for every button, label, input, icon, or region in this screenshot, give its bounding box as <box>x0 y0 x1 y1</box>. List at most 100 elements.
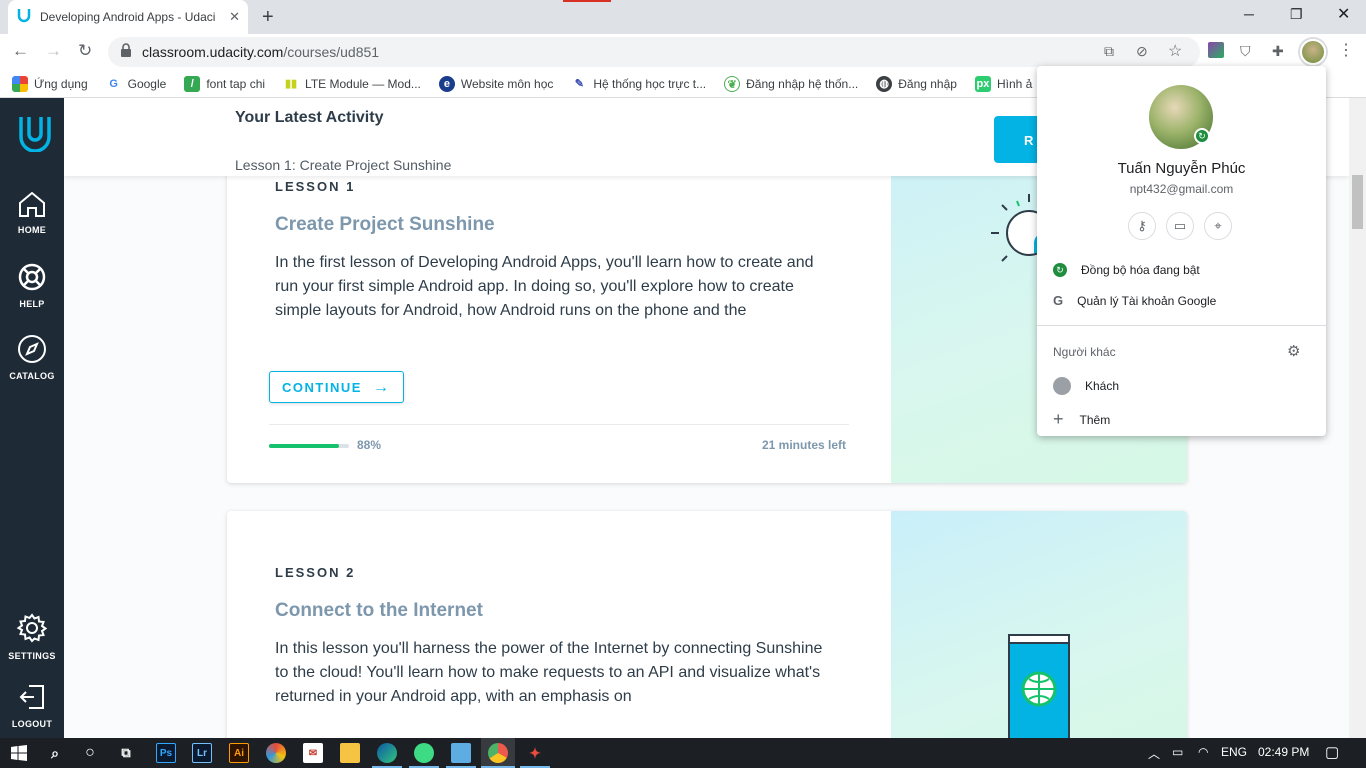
cortana-icon[interactable]: ○ <box>80 743 100 763</box>
language-indicator[interactable]: ENG <box>1221 745 1247 759</box>
sidebar-item-settings[interactable]: SETTINGS <box>0 612 64 661</box>
addresses-pin-icon[interactable]: ⌖ <box>1204 212 1232 240</box>
profile-avatar-button[interactable] <box>1300 39 1326 65</box>
sidebar-item-catalog[interactable]: CATALOG <box>0 334 64 381</box>
udacity-logo-icon[interactable] <box>18 114 52 157</box>
minimize-icon[interactable]: ─ <box>1244 6 1254 22</box>
illustrator-icon[interactable]: Ai <box>229 743 249 763</box>
bookmark-dang-nhap-he-thong[interactable]: ❦ Đăng nhập hệ thốn... <box>724 75 858 92</box>
bookmark-google[interactable]: G Google <box>105 75 166 92</box>
lesson-description: In this lesson you'll harness the power … <box>275 640 823 705</box>
browser-toolbar: ← → ↻ classroom.udacity.com/courses/ud85… <box>0 34 1366 70</box>
sync-status-row[interactable]: ↻ Đồng bộ hóa đang bật <box>1053 263 1200 277</box>
manage-account-label: Quản lý Tài khoản Google <box>1077 293 1217 308</box>
px-icon: px <box>974 75 991 92</box>
sidebar-item-logout[interactable]: LOGOUT <box>0 682 64 729</box>
davinci-icon[interactable] <box>266 743 286 763</box>
arrow-right-icon: → <box>373 379 391 396</box>
lesson-title[interactable]: Create Project Sunshine <box>275 214 495 236</box>
add-profile-row[interactable]: + Thêm <box>1053 409 1110 430</box>
feather-icon: ✎ <box>571 75 588 92</box>
globe-dark-icon: ◍ <box>876 75 893 92</box>
sidebar-label-catalog: CATALOG <box>9 371 55 381</box>
bookmark-dang-nhap[interactable]: ◍ Đăng nhập <box>876 75 957 92</box>
browser-tab[interactable]: Developing Android Apps - Udacity ✕ <box>8 0 248 34</box>
wifi-icon[interactable]: ◠ <box>1198 745 1208 759</box>
tray-chevron-up-icon[interactable]: ︿ <box>1148 745 1160 762</box>
progress-fill <box>269 444 340 448</box>
windows-start-icon[interactable] <box>9 743 29 763</box>
activity-subtitle[interactable]: Lesson 1: Create Project Sunshine <box>235 157 451 173</box>
guest-row[interactable]: Khách <box>1053 377 1119 395</box>
add-plus-icon: + <box>1053 409 1064 429</box>
activity-title: Your Latest Activity <box>235 109 384 126</box>
search-icon[interactable]: ⌕ <box>45 743 65 763</box>
android-studio-icon[interactable] <box>414 743 434 763</box>
extension-photo-icon[interactable] <box>1208 42 1224 61</box>
continue-button[interactable]: CONTINUE → <box>269 371 404 403</box>
lightroom-icon[interactable]: Lr <box>192 743 212 763</box>
pinned-app-icon[interactable]: ✦ <box>525 743 545 763</box>
edge-icon[interactable] <box>377 743 397 763</box>
notepad-icon[interactable] <box>451 743 471 763</box>
back-icon[interactable]: ← <box>12 41 29 61</box>
manage-people-gear-icon[interactable]: ⚙ <box>1287 342 1300 360</box>
profile-email: npt432@gmail.com <box>1129 182 1234 196</box>
manage-account-row[interactable]: G Quản lý Tài khoản Google <box>1053 293 1216 308</box>
file-explorer-icon[interactable] <box>340 743 360 763</box>
sidebar-label-home: HOME <box>17 225 47 235</box>
clock[interactable]: 02:49 PM <box>1258 745 1309 759</box>
bookmark-lte-module[interactable]: ▮▮ LTE Module — Mod... <box>283 75 421 92</box>
home-icon <box>19 191 45 217</box>
url-text: classroom.udacity.com/courses/ud851 <box>142 44 380 60</box>
menu-kebab-icon[interactable]: ⋮ <box>1338 40 1354 60</box>
sidebar-item-home[interactable]: HOME <box>0 190 64 235</box>
leaf-icon: ❦ <box>724 75 741 92</box>
photoshop-icon[interactable]: Ps <box>156 743 176 763</box>
phone-globe-icon <box>1008 634 1070 738</box>
sidebar-label-help: HELP <box>19 299 45 309</box>
payment-card-icon[interactable]: ▭ <box>1166 212 1194 240</box>
compass-icon <box>18 335 46 363</box>
profile-name: Tuấn Nguyễn Phúc <box>1117 160 1246 177</box>
bookmark-website-mon-hoc[interactable]: e Website môn học <box>438 75 553 92</box>
gear-icon <box>16 613 48 643</box>
lesson-number: LESSON 2 <box>275 565 356 580</box>
bookmark-green-icon: / <box>184 75 201 92</box>
task-view-icon[interactable]: ⧉ <box>116 743 136 763</box>
tab-title: Developing Android Apps - Udacity <box>40 10 215 24</box>
address-bar[interactable]: classroom.udacity.com/courses/ud851 <box>108 37 1200 67</box>
google-g-icon: G <box>1053 293 1064 308</box>
reload-icon[interactable]: ↻ <box>78 41 92 61</box>
translate-icon[interactable]: ⧉ <box>1104 43 1114 60</box>
battery-icon[interactable]: ▭ <box>1172 745 1183 759</box>
bookmark-font-tap-chi[interactable]: / font tap chi <box>184 75 265 92</box>
eye-off-icon[interactable]: ⊘ <box>1136 43 1148 60</box>
apps-grid-icon <box>12 75 28 92</box>
sidebar-item-help[interactable]: HELP <box>0 262 64 309</box>
forward-icon[interactable]: → <box>45 41 62 61</box>
bookmark-he-thong-hoc[interactable]: ✎ Hệ thống học trực t... <box>571 75 706 92</box>
tab-strip: Developing Android Apps - Udacity ✕ + ─ … <box>0 0 1366 34</box>
tab-close-icon[interactable]: ✕ <box>229 9 240 25</box>
recording-indicator <box>563 0 611 2</box>
restore-icon[interactable]: ❐ <box>1290 6 1303 23</box>
sync-badge-icon: ↻ <box>1194 128 1210 144</box>
new-tab-icon[interactable]: + <box>262 6 274 29</box>
extensions-puzzle-icon[interactable]: ✚ <box>1272 43 1284 60</box>
lifebuoy-icon <box>18 263 46 291</box>
passwords-key-icon[interactable]: ⚷ <box>1128 212 1156 240</box>
window-close-icon[interactable]: ✕ <box>1337 4 1350 24</box>
scrollbar-thumb[interactable] <box>1352 175 1363 229</box>
globe-icon: e <box>438 75 455 92</box>
lesson-title[interactable]: Connect to the Internet <box>275 600 483 622</box>
app-store-icon[interactable]: ✉ <box>303 743 323 763</box>
lesson-card-2: LESSON 2 Connect to the Internet In this… <box>227 511 1187 738</box>
shield-icon[interactable]: ⛉ <box>1240 43 1251 60</box>
continue-label: CONTINUE <box>282 380 362 395</box>
bookmark-apps[interactable]: Ứng dụng <box>12 75 88 92</box>
notifications-icon[interactable]: ▢ <box>1325 743 1339 761</box>
bookmark-hinh-anh[interactable]: px Hình ả <box>974 75 1032 92</box>
popup-divider <box>1037 325 1326 326</box>
bookmark-star-icon[interactable]: ☆ <box>1168 41 1182 61</box>
